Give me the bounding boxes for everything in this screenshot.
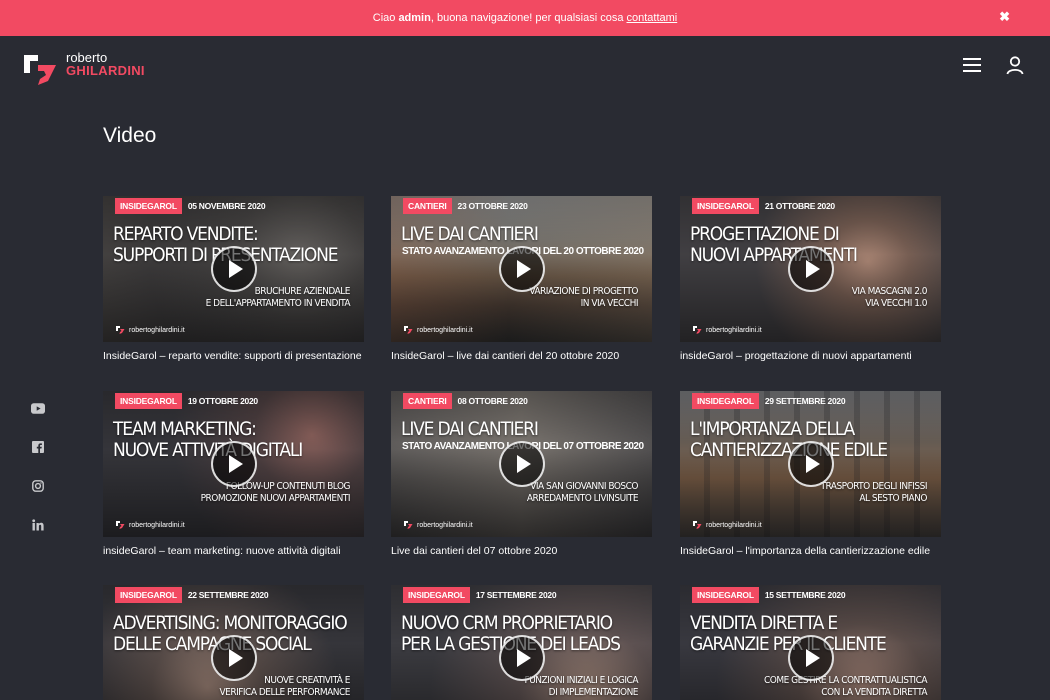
video-date: 23 OTTOBRE 2020 [457, 201, 528, 211]
video-date: 17 SETTEMBRE 2020 [475, 590, 557, 600]
logo-lastname: GHILARDINI [66, 63, 145, 78]
category-tag[interactable]: INSIDEGAROL [115, 198, 182, 214]
video-thumbnail[interactable]: CANTIERI 23 OTTOBRE 2020 LIVE DAI CANTIER… [391, 196, 652, 342]
thumbnail-brand: robertoghilardini.it [115, 325, 185, 335]
video-thumbnail[interactable]: INSIDEGAROL 05 NOVEMBRE 2020 REPARTO VEND… [103, 196, 364, 342]
category-tag[interactable]: CANTIERI [403, 198, 452, 214]
brand-mark-icon [404, 326, 413, 334]
thumbnail-caption: COME GESTIRE LA CONTRATTUALISTICA CON LA… [763, 675, 928, 698]
video-thumbnail[interactable]: INSIDEGAROL 22 SETTEMBRE 2020 ADVERTISING… [103, 585, 364, 700]
category-tag[interactable]: INSIDEGAROL [692, 198, 759, 214]
video-thumbnail[interactable]: INSIDEGAROL 19 OTTOBRE 2020 TEAM MARKETIN… [103, 391, 364, 537]
category-tag[interactable]: INSIDEGAROL [115, 587, 182, 603]
video-title[interactable]: InsideGarol – live dai cantieri del 20 o… [391, 350, 652, 362]
play-button[interactable] [211, 441, 257, 487]
play-button[interactable] [788, 635, 834, 681]
thumbnail-brand: robertoghilardini.it [692, 325, 762, 335]
video-card[interactable]: INSIDEGAROL 29 SETTEMBRE 2020 L'IMPORTANZ… [680, 391, 941, 557]
video-thumbnail[interactable]: INSIDEGAROL 21 OTTOBRE 2020 PROGETTAZIONE… [680, 196, 941, 342]
video-date: 08 OTTOBRE 2020 [457, 396, 528, 406]
greeting-text: Ciao [372, 12, 396, 24]
brand-text: robertoghilardini.it [129, 326, 185, 334]
play-button[interactable] [211, 635, 257, 681]
thumbnail-headline: LIVE DAI CANTIERI [401, 418, 539, 440]
brand-text: robertoghilardini.it [706, 521, 762, 529]
youtube-icon[interactable] [30, 400, 46, 416]
video-date: 05 NOVEMBRE 2020 [187, 201, 266, 211]
close-icon[interactable]: ✖ [999, 9, 1010, 25]
play-button[interactable] [788, 246, 834, 292]
thumbnail-caption: VARIAZIONE DI PROGETTO IN VIA VECCHI [529, 286, 638, 309]
brand-text: robertoghilardini.it [417, 326, 473, 334]
thumbnail-headline: LIVE DAI CANTIERI [401, 223, 539, 245]
category-tag[interactable]: INSIDEGAROL [692, 587, 759, 603]
thumbnail-brand: robertoghilardini.it [403, 520, 473, 530]
brand-text: robertoghilardini.it [129, 521, 185, 529]
video-date: 15 SETTEMBRE 2020 [764, 590, 846, 600]
video-title[interactable]: Live dai cantieri del 07 ottobre 2020 [391, 545, 652, 557]
thumbnail-caption: TRASPORTO DEGLI INFISSI AL SESTO PIANO [820, 481, 927, 504]
play-button[interactable] [211, 246, 257, 292]
video-card[interactable]: INSIDEGAROL 15 SETTEMBRE 2020 VENDITA DIR… [680, 585, 941, 700]
thumbnail-caption: VIA SAN GIOVANNI BOSCO ARREDAMENTO LIVIN… [526, 481, 639, 504]
contact-link[interactable]: contattami [626, 12, 677, 24]
video-thumbnail[interactable]: INSIDEGAROL 17 SETTEMBRE 2020 NUOVO CRM P… [391, 585, 652, 700]
category-tag[interactable]: INSIDEGAROL [403, 587, 470, 603]
thumbnail-brand: robertoghilardini.it [115, 520, 185, 530]
brand-text: robertoghilardini.it [417, 521, 473, 529]
brand-mark-icon [693, 521, 702, 529]
username: admin [398, 12, 431, 24]
video-title[interactable]: InsideGarol – reparto vendite: supporti … [103, 350, 364, 362]
notification-message: , buona navigazione! per qualsiasi cosa [430, 12, 624, 24]
video-card[interactable]: INSIDEGAROL 05 NOVEMBRE 2020 REPARTO VEND… [103, 196, 364, 362]
video-thumbnail[interactable]: CANTIERI 08 OTTOBRE 2020 LIVE DAI CANTIER… [391, 391, 652, 537]
thumbnail-headline: TEAM MARKETING: NUOVE ATTIVITÀ DIGITALI [113, 418, 303, 461]
video-date: 22 SETTEMBRE 2020 [187, 590, 269, 600]
video-card[interactable]: CANTIERI 08 OTTOBRE 2020 LIVE DAI CANTIER… [391, 391, 652, 557]
brand-mark-icon [116, 326, 125, 334]
video-card[interactable]: INSIDEGAROL 17 SETTEMBRE 2020 NUOVO CRM P… [391, 585, 652, 700]
video-title[interactable]: InsideGarol – l'importanza della cantier… [680, 545, 941, 557]
video-card[interactable]: INSIDEGAROL 21 OTTOBRE 2020 PROGETTAZIONE… [680, 196, 941, 362]
instagram-icon[interactable] [30, 478, 46, 494]
thumbnail-headline: L'IMPORTANZA DELLA CANTIERIZZAZIONE EDIL… [690, 418, 888, 461]
video-thumbnail[interactable]: INSIDEGAROL 29 SETTEMBRE 2020 L'IMPORTANZ… [680, 391, 941, 537]
category-tag[interactable]: INSIDEGAROL [692, 393, 759, 409]
site-logo[interactable]: roberto GHILARDINI [22, 51, 145, 91]
play-button[interactable] [499, 441, 545, 487]
category-tag[interactable]: CANTIERI [403, 393, 452, 409]
video-thumbnail[interactable]: INSIDEGAROL 15 SETTEMBRE 2020 VENDITA DIR… [680, 585, 941, 700]
thumbnail-headline: VENDITA DIRETTA E GARANZIE PER IL CLIENT… [690, 612, 887, 655]
brand-mark-icon [693, 326, 702, 334]
play-button[interactable] [499, 635, 545, 681]
thumbnail-brand: robertoghilardini.it [692, 520, 762, 530]
video-title[interactable]: insideGarol – progettazione di nuovi app… [680, 350, 941, 362]
brand-mark-icon [404, 521, 413, 529]
thumbnail-caption: VIA MASCAGNI 2.0 VIA VECCHI 1.0 [851, 286, 928, 309]
video-card[interactable]: INSIDEGAROL 19 OTTOBRE 2020 TEAM MARKETIN… [103, 391, 364, 557]
notification-bar: Ciao admin, buona navigazione! per quals… [0, 0, 1050, 36]
video-date: 19 OTTOBRE 2020 [187, 396, 258, 406]
play-button[interactable] [499, 246, 545, 292]
category-tag[interactable]: INSIDEGAROL [115, 393, 182, 409]
site-header: roberto GHILARDINI [0, 36, 1050, 98]
social-links [30, 400, 46, 556]
hamburger-icon[interactable] [963, 58, 981, 73]
thumbnail-brand: robertoghilardini.it [403, 325, 473, 335]
user-icon[interactable] [1005, 55, 1025, 75]
video-card[interactable]: INSIDEGAROL 22 SETTEMBRE 2020 ADVERTISING… [103, 585, 364, 700]
video-date: 21 OTTOBRE 2020 [764, 201, 835, 211]
video-date: 29 SETTEMBRE 2020 [764, 396, 846, 406]
thumbnail-caption: FUNZIONI INIZIALI E LOGICA DI IMPLEMENTA… [524, 675, 639, 698]
video-title[interactable]: insideGarol – team marketing: nuove atti… [103, 545, 364, 557]
linkedin-icon[interactable] [30, 517, 46, 533]
brand-mark-icon [116, 521, 125, 529]
page-title: Video [103, 124, 157, 147]
video-card[interactable]: CANTIERI 23 OTTOBRE 2020 LIVE DAI CANTIER… [391, 196, 652, 362]
facebook-icon[interactable] [30, 439, 46, 455]
brand-text: robertoghilardini.it [706, 326, 762, 334]
logo-mark-icon [24, 55, 56, 85]
play-button[interactable] [788, 441, 834, 487]
